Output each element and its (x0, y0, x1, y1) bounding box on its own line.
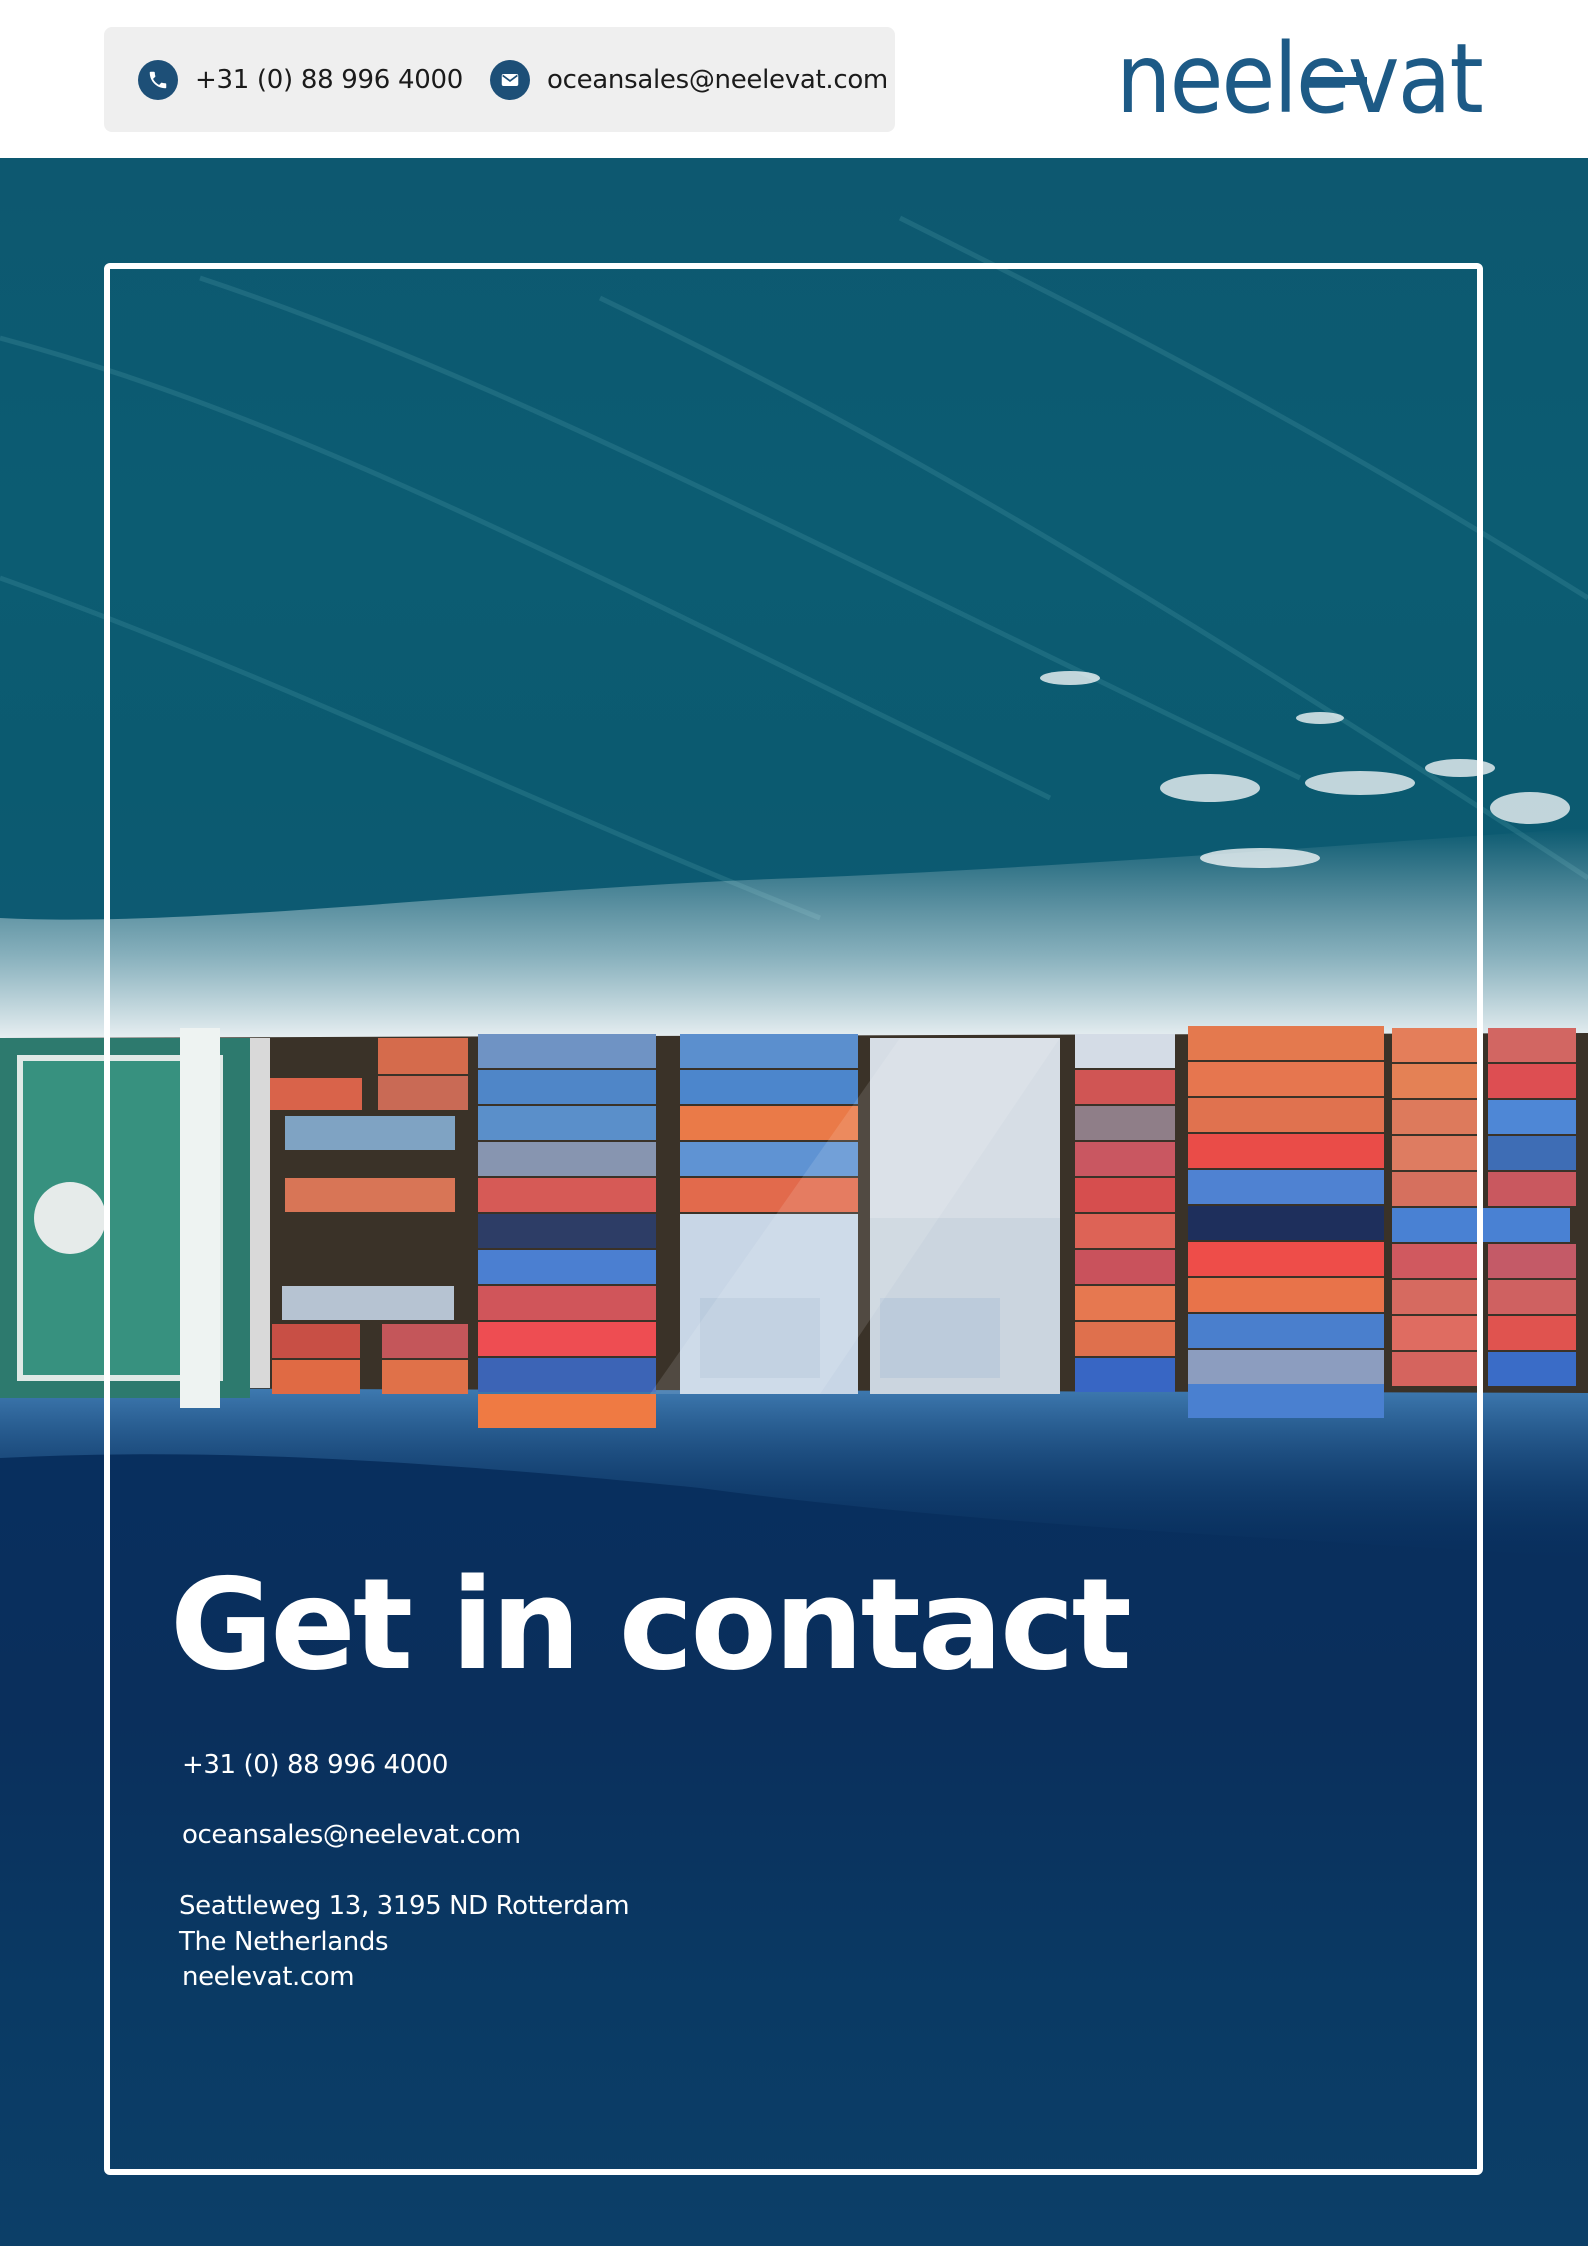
contact-email[interactable]: oceansales@neelevat.com (182, 1820, 521, 1851)
phone-icon (138, 59, 178, 100)
neelevat-logo[interactable]: neelevat (1116, 23, 1488, 135)
website-link[interactable]: neelevat.com (182, 1962, 355, 1993)
address-line-2: The Netherlands (179, 1927, 389, 1957)
header-email-text: oceansales@neelevat.com (547, 64, 888, 95)
contact-bar: +31 (0) 88 996 4000 oceansales@neelevat.… (104, 27, 895, 132)
logo-text: neelevat (1116, 28, 1482, 124)
mail-icon (490, 59, 530, 100)
top-bar: +31 (0) 88 996 4000 oceansales@neelevat.… (0, 0, 1588, 158)
address-line-1: Seattleweg 13, 3195 ND Rotterdam (179, 1891, 630, 1921)
header-email-link[interactable]: oceansales@neelevat.com (490, 27, 888, 132)
header-phone-text: +31 (0) 88 996 4000 (195, 64, 463, 95)
page-title: Get in contact (170, 1551, 1132, 1698)
content-frame (104, 263, 1483, 2175)
contact-phone[interactable]: +31 (0) 88 996 4000 (182, 1750, 448, 1781)
header-phone-link[interactable]: +31 (0) 88 996 4000 (138, 27, 463, 132)
